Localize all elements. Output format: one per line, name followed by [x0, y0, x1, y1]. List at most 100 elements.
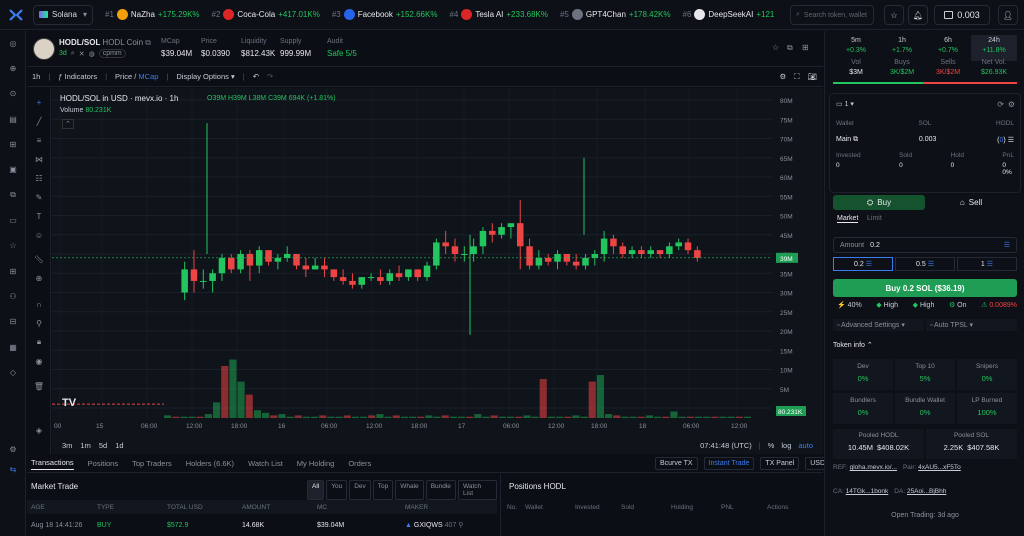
trash-icon[interactable]: 🗑︎ [33, 380, 45, 392]
trade-filter[interactable]: Watch List [457, 480, 497, 500]
panel-toggle-button[interactable]: Bcurve TX [655, 457, 698, 470]
amount-preset-button[interactable]: 1 ☰ [957, 257, 1017, 271]
wallet-balance-button[interactable]: 0.003 [934, 5, 990, 25]
collapse-icon[interactable]: ⇆ [7, 463, 19, 475]
bottom-tab[interactable]: Orders [348, 459, 371, 468]
ticker-item[interactable]: #4 Tesla AI +233.68K% [449, 9, 548, 20]
range-button[interactable]: 1d [115, 441, 123, 450]
trade-filter[interactable]: Top [372, 480, 394, 500]
price-chart[interactable]: 80M75M70M65M60M55M50M45M40M35M30M25M20M1… [52, 88, 823, 454]
collapse-legend-icon[interactable]: ⌃ [62, 119, 74, 129]
trade-setting[interactable]: ⚠ 0.0089% [981, 301, 1017, 309]
chain-selector[interactable]: Solana ▾ [33, 4, 93, 25]
bottom-tab[interactable]: My Holding [297, 459, 335, 468]
wallet-icon[interactable]: ▣ [7, 163, 19, 175]
trade-setting[interactable]: ⚡ 40% [837, 301, 862, 309]
favorite-star-icon[interactable]: ☆ [772, 43, 779, 52]
settings-icon[interactable]: ⚙ [7, 443, 19, 455]
redo-icon[interactable]: ↷ [267, 72, 273, 81]
range-button[interactable]: 3m [62, 441, 72, 450]
ca-link[interactable]: CA: 14TGk...1bonk [833, 488, 888, 495]
star-nav-icon[interactable]: ☆ [7, 239, 19, 251]
market-order-tab[interactable]: Market [837, 215, 859, 223]
sell-tab[interactable]: ⌂ Sell [925, 195, 1017, 210]
bottom-tab[interactable]: Transactions [31, 458, 74, 470]
fullscreen-icon[interactable]: ⛶ [794, 72, 799, 82]
table-row[interactable]: Aug 18 14:41:26 BUY $572.9 14.68K $39.04… [27, 518, 497, 532]
document-icon[interactable]: ▤ [7, 113, 19, 125]
interval-selector[interactable]: 1h [32, 72, 40, 81]
notifications-button[interactable]: 🔔︎ [908, 5, 928, 25]
crosshair-tool-icon[interactable]: + [33, 96, 45, 108]
log-scale-toggle[interactable]: log [781, 441, 791, 450]
trade-filter[interactable]: Dev [349, 480, 371, 500]
auto-tpsl-toggle[interactable]: ▫ Auto TPSL ▾ [926, 319, 1017, 331]
bottom-tab[interactable]: Positions [88, 459, 118, 468]
crosshair-icon[interactable]: ⊕ [7, 62, 19, 74]
candlestick-chart[interactable]: 80M75M70M65M60M55M50M45M40M35M30M25M20M1… [52, 88, 823, 454]
text-tool-icon[interactable]: T [33, 210, 45, 222]
ruler-tool-icon[interactable]: 📏︎ [33, 253, 45, 265]
timeframe-cell[interactable]: 5m +0.3% [833, 35, 879, 61]
camera-icon[interactable]: 📷︎ [807, 72, 817, 81]
ticker-item[interactable]: #5 GPT4Chan +178.42K% [560, 9, 671, 20]
lock-draw-icon[interactable]: ⚲ [33, 317, 45, 329]
layers-icon[interactable]: ◈ [33, 424, 45, 436]
timeframe-cell[interactable]: 24h +11.8% [971, 35, 1017, 61]
undo-icon[interactable]: ↶ [253, 72, 259, 81]
buy-submit-button[interactable]: Buy 0.2 SOL ($36.19) [833, 279, 1017, 297]
indicators-button[interactable]: ƒ Indicators [58, 72, 97, 81]
token-info-toggle[interactable]: Token info ⌃ [833, 341, 873, 349]
amount-preset-button[interactable]: 0.2 ☰ [833, 257, 893, 271]
globe-icon[interactable]: ◍ [89, 50, 95, 58]
ticker-item[interactable]: #6DeepSeekAI+121.97K% [683, 9, 775, 20]
lock-icon[interactable]: 🔒︎ [33, 336, 45, 348]
refresh-icon[interactable]: ⟳ [997, 100, 1004, 109]
bottom-tab[interactable]: Holders (6.6K) [186, 459, 234, 468]
bottom-tab[interactable]: Watch List [248, 459, 283, 468]
price-mcap-toggle[interactable]: Price / MCap [115, 72, 158, 81]
zoom-tool-icon[interactable]: ⊕ [33, 272, 45, 284]
gift-icon[interactable]: ⊞ [7, 138, 19, 150]
users-icon[interactable]: ⚇ [7, 290, 19, 302]
target-icon[interactable]: ⊙ [7, 87, 19, 99]
range-button[interactable]: 1m [80, 441, 90, 450]
bottom-tab[interactable]: Top Traders [132, 459, 172, 468]
pitchfork-tool-icon[interactable]: ⋈ [33, 153, 45, 165]
user-profile-button[interactable]: 👤︎ [998, 5, 1018, 25]
search-token-icon[interactable]: ⌕ [71, 50, 75, 58]
brush-tool-icon[interactable]: ✎ [33, 191, 45, 203]
chart-settings-icon[interactable]: ⚙ [779, 72, 786, 81]
panel-toggle-button[interactable]: Instant Trade [703, 457, 755, 470]
trendline-tool-icon[interactable]: ╱ [33, 115, 45, 127]
search-input[interactable]: ⌕ Search token, wallet [790, 5, 874, 25]
ref-link[interactable]: REF: gloha.mevx.io/... [833, 464, 897, 471]
trade-setting[interactable]: ◆ High [876, 301, 898, 309]
card-icon[interactable]: ▭ [7, 214, 19, 226]
amount-input[interactable]: Amount 0.2 ☰ [833, 237, 1017, 253]
copy-icon[interactable]: ⧉ [145, 38, 151, 47]
advanced-settings-toggle[interactable]: ▫ Advanced Settings ▾ [833, 319, 924, 331]
fib-tool-icon[interactable]: ☷ [33, 172, 45, 184]
share-icon[interactable]: ⧉ [787, 43, 793, 53]
limit-order-tab[interactable]: Limit [867, 215, 882, 222]
chart-icon[interactable]: ⧉ [7, 189, 19, 201]
magnet-tool-icon[interactable]: ∩ [33, 298, 45, 310]
maker-cell[interactable]: ▲ GXIQWS 407 ⚲ [405, 521, 463, 529]
present-icon[interactable]: ⊟ [7, 315, 19, 327]
x-social-icon[interactable]: ✕ [79, 50, 85, 58]
ticker-item[interactable]: #1 NaZha +175.29K% [105, 9, 200, 20]
auto-scale-toggle[interactable]: auto [798, 441, 813, 450]
eye-icon[interactable]: ◉ [33, 355, 45, 367]
horizontal-lines-tool-icon[interactable]: ≡ [33, 134, 45, 146]
mevx-logo[interactable] [5, 4, 27, 26]
buy-tab[interactable]: ⛭ Buy [833, 195, 925, 210]
wallet-row-main[interactable]: Main ⧉ 0.003 (0) ☰ [836, 136, 1014, 144]
filter-icon[interactable]: ⚲ [458, 522, 463, 529]
gem-icon[interactable]: ◇ [7, 366, 19, 378]
wallet-settings-icon[interactable]: ⚙ [1008, 100, 1015, 109]
trade-setting[interactable]: ⚙ On [949, 301, 967, 309]
trade-filter[interactable]: You [326, 480, 348, 500]
timeframe-cell[interactable]: 6h +0.7% [925, 35, 971, 61]
grid-layout-icon[interactable]: ⊞ [802, 43, 809, 52]
